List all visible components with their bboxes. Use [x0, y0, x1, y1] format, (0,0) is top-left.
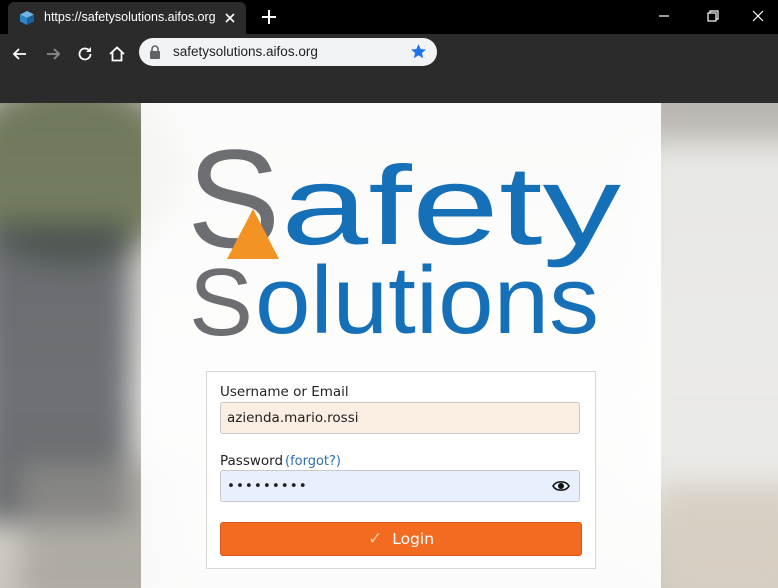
close-tab-icon[interactable]: [222, 10, 238, 26]
minimize-icon[interactable]: [656, 8, 672, 24]
show-password-eye-icon[interactable]: [552, 479, 570, 493]
new-tab-icon[interactable]: [260, 8, 278, 26]
back-icon[interactable]: [10, 44, 30, 64]
password-input[interactable]: [220, 470, 580, 502]
password-label: Password: [220, 453, 284, 469]
bookmarks-bar: [0, 72, 778, 103]
login-button[interactable]: ✓ Login: [220, 522, 582, 556]
login-panel: S afety S olutions Username or Email Pas…: [141, 103, 661, 588]
close-window-icon[interactable]: [750, 8, 766, 24]
address-bar[interactable]: safetysolutions.aifos.org: [139, 38, 437, 66]
login-button-label: Login: [392, 530, 435, 548]
safety-solutions-logo: S afety S olutions: [189, 139, 621, 342]
restore-icon[interactable]: [705, 8, 721, 24]
bookmark-star-icon[interactable]: [410, 43, 427, 60]
background-table: [660, 483, 778, 588]
username-label: Username or Email: [220, 384, 349, 400]
username-input[interactable]: [220, 402, 580, 434]
forgot-password-link[interactable]: (forgot?): [285, 454, 341, 469]
browser-tab[interactable]: https://safetysolutions.aifos.org: [8, 2, 246, 34]
reload-icon[interactable]: [75, 44, 95, 64]
url-text[interactable]: safetysolutions.aifos.org: [173, 44, 318, 59]
site-favicon-icon: [20, 11, 34, 25]
tab-strip: https://safetysolutions.aifos.org: [0, 0, 778, 34]
page-viewport: S afety S olutions Username or Email Pas…: [0, 103, 778, 588]
tab-title: https://safetysolutions.aifos.org: [44, 10, 216, 24]
forward-icon[interactable]: [43, 44, 63, 64]
checkmark-icon: ✓: [367, 529, 383, 549]
home-icon[interactable]: [107, 44, 127, 64]
login-form: Username or Email Password (forgot?) ✓ L…: [206, 371, 596, 569]
lock-icon[interactable]: [149, 45, 161, 59]
svg-text:S: S: [189, 249, 253, 342]
svg-text:olutions: olutions: [255, 247, 599, 342]
